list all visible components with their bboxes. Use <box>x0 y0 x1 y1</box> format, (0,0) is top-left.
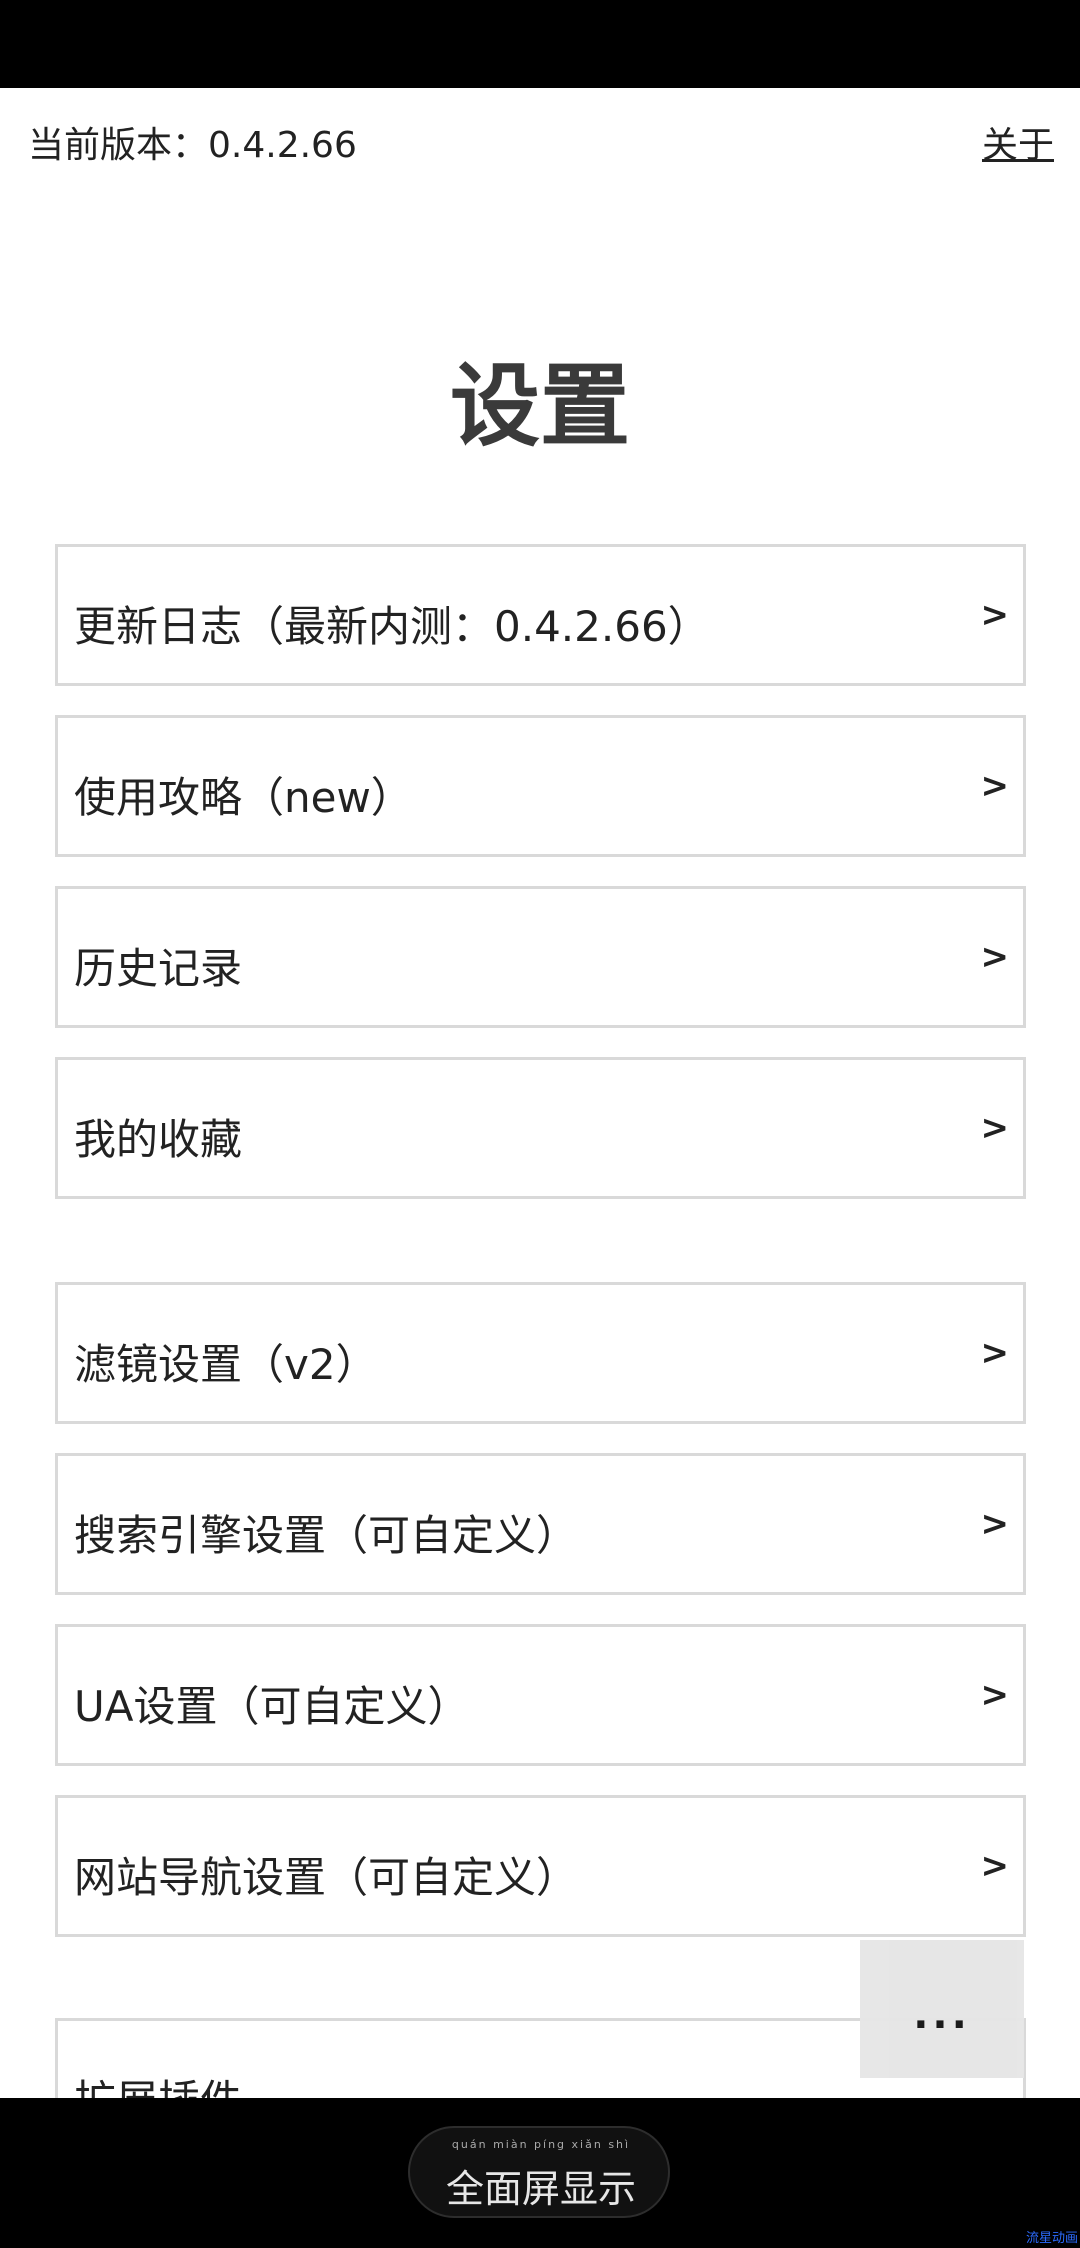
menu-item-favorites[interactable]: 我的收藏 > <box>55 1057 1026 1199</box>
settings-page: 当前版本：0.4.2.66 关于 设置 更新日志（最新内测：0.4.2.66） … <box>0 88 1080 2098</box>
menu-item-label: 更新日志（最新内测：0.4.2.66） <box>74 602 710 651</box>
menu-item-history[interactable]: 历史记录 > <box>55 886 1026 1028</box>
version-label: 当前版本：0.4.2.66 <box>28 125 357 166</box>
bottom-bar: quán miàn píng xiǎn shì 全面屏显示 流星动画 <box>0 2098 1080 2248</box>
chevron-right-icon: > <box>980 1108 1010 1148</box>
chevron-right-icon: > <box>980 1504 1010 1544</box>
menu-item-filter-settings[interactable]: 滤镜设置（v2） > <box>55 1282 1026 1424</box>
menu-item-label: 扩展插件 <box>74 2067 242 2098</box>
menu-item-label: 搜索引擎设置（可自定义） <box>74 1511 579 1560</box>
menu-item-label: 网站导航设置（可自定义） <box>74 1853 579 1902</box>
page-title: 设置 <box>450 354 630 459</box>
pinyin-annotation: quán miàn píng xiǎn shì <box>451 2138 631 2151</box>
header-row: 当前版本：0.4.2.66 关于 <box>0 88 1080 198</box>
fullscreen-display-button[interactable]: quán miàn píng xiǎn shì 全面屏显示 <box>408 2126 670 2218</box>
watermark-text: 流星动画 <box>1025 2231 1078 2246</box>
menu-item-search-engine[interactable]: 搜索引擎设置（可自定义） > <box>55 1453 1026 1595</box>
floating-more-button[interactable]: ··· <box>860 1940 1024 2078</box>
about-link[interactable]: 关于 <box>982 116 1054 168</box>
menu-item-label: 我的收藏 <box>74 1115 243 1164</box>
chevron-right-icon: > <box>980 766 1010 806</box>
fullscreen-label: 全面屏显示 <box>445 2167 636 2211</box>
chevron-right-icon: > <box>980 1675 1010 1715</box>
menu-item-guide[interactable]: 使用攻略（new） > <box>55 715 1026 857</box>
menu-item-label: UA设置（可自定义） <box>74 1682 470 1731</box>
menu-item-label: 滤镜设置（v2） <box>74 1340 378 1389</box>
menu-item-ua-settings[interactable]: UA设置（可自定义） > <box>55 1624 1026 1766</box>
menu-item-changelog[interactable]: 更新日志（最新内测：0.4.2.66） > <box>55 544 1026 686</box>
menu-item-label: 历史记录 <box>74 944 243 993</box>
menu-item-label: 使用攻略（new） <box>74 773 413 822</box>
more-icon: ··· <box>913 2002 971 2048</box>
status-bar <box>0 0 1080 88</box>
chevron-right-icon: > <box>980 1333 1010 1373</box>
chevron-right-icon: > <box>980 1846 1010 1886</box>
menu-item-site-nav[interactable]: 网站导航设置（可自定义） > <box>55 1795 1026 1937</box>
chevron-right-icon: > <box>980 937 1010 977</box>
chevron-right-icon: > <box>980 595 1010 635</box>
